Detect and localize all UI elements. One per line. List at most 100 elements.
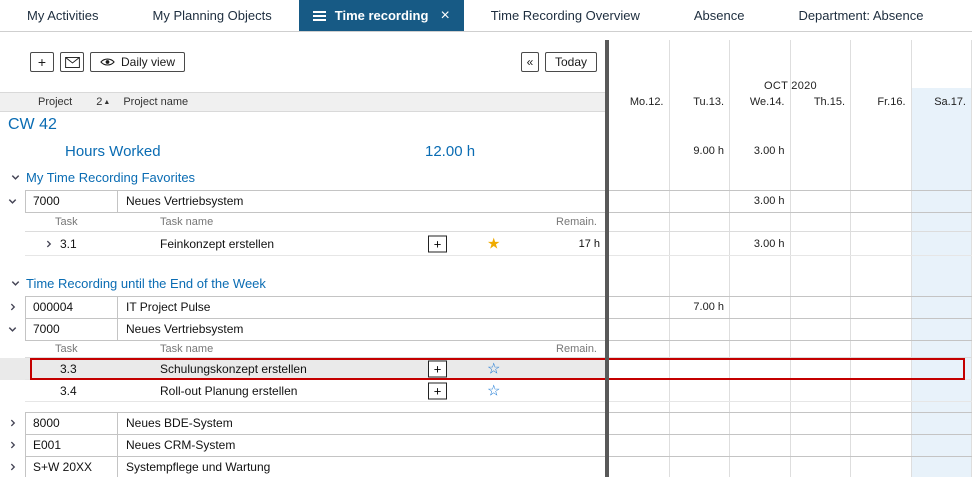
day-hours-cell[interactable] — [609, 232, 670, 256]
tab-label: Time Recording Overview — [491, 8, 640, 23]
day-total-cell — [609, 138, 670, 164]
day-total-cell — [791, 138, 852, 164]
tab-absence[interactable]: Absence — [667, 0, 772, 31]
add-time-entry-button[interactable]: + — [428, 361, 447, 378]
panel-splitter[interactable] — [605, 40, 609, 477]
favorite-star-icon[interactable]: ★ — [487, 237, 500, 252]
section-title: Time Recording until the End of the Week — [26, 276, 266, 291]
day-hours-cell[interactable] — [670, 232, 731, 256]
chevron-right-icon[interactable] — [0, 440, 25, 450]
chevron-right-icon[interactable] — [44, 239, 60, 249]
project-name: Neues Vertriebsystem — [118, 190, 605, 212]
add-time-entry-button[interactable]: + — [428, 236, 447, 253]
day-hours-cell[interactable]: 3.00 h — [730, 232, 791, 256]
task-header-row: Task Task name Remain. — [0, 340, 972, 358]
create-entry-button[interactable]: + — [30, 52, 54, 72]
today-button[interactable]: Today — [545, 52, 597, 72]
day-header-tu: Tu.13. — [670, 92, 731, 112]
tab-department-absence[interactable]: Department: Absence — [771, 0, 950, 31]
day-total-cell: 3.00 h — [730, 138, 791, 164]
task-row-3-1[interactable]: 3.1 Feinkonzept erstellen + ★ 17 h 3.00 … — [0, 232, 972, 256]
tab-label: Time recording — [335, 8, 429, 23]
day-hours-cell[interactable]: 3.00 h — [730, 190, 791, 212]
tab-my-planning-objects[interactable]: My Planning Objects — [126, 0, 299, 31]
tab-my-activities[interactable]: My Activities — [0, 0, 126, 31]
project-id: E001 — [25, 434, 118, 456]
project-id: S+W 20XX — [25, 456, 118, 477]
day-hours-cell[interactable] — [912, 296, 972, 318]
day-hours-cell[interactable] — [791, 296, 852, 318]
day-hours-cell[interactable] — [730, 296, 791, 318]
tab-label: My Activities — [27, 8, 99, 23]
spacer — [0, 402, 972, 412]
project-row-8000[interactable]: 8000 Neues BDE-System — [0, 412, 972, 434]
chevron-down-icon[interactable] — [4, 278, 26, 289]
sort-indicator[interactable]: 2▲ — [96, 96, 110, 108]
chevron-down-icon[interactable] — [0, 196, 25, 207]
remain-column-header: Remain. — [556, 343, 597, 355]
day-hours-cell[interactable] — [851, 232, 912, 256]
section-favorites[interactable]: My Time Recording Favorites — [0, 164, 972, 190]
task-name: Roll-out Planung erstellen — [160, 384, 297, 398]
section-until-week-end[interactable]: Time Recording until the End of the Week — [0, 270, 972, 296]
close-icon[interactable]: × — [440, 8, 449, 24]
sort-ascending-icon: ▲ — [103, 99, 110, 106]
task-id: 3.4 — [60, 384, 160, 398]
month-row: OCT 2020 — [0, 78, 972, 92]
favorite-star-outline-icon[interactable]: ☆ — [487, 384, 500, 399]
day-total-cell — [912, 138, 972, 164]
project-name-column-header[interactable]: Project name — [123, 96, 188, 108]
day-hours-cell[interactable]: 7.00 h — [670, 296, 731, 318]
day-hours-cell[interactable] — [791, 190, 852, 212]
chevron-right-icon[interactable] — [0, 418, 25, 428]
grid-header-row: Project 2▲ Project name Mo.12. Tu.13. We… — [0, 92, 972, 112]
hours-worked-total: 12.00 h — [425, 143, 475, 160]
project-id: 7000 — [25, 190, 118, 212]
previous-week-button[interactable]: « — [521, 52, 539, 72]
calendar-week-row: CW 42 — [0, 112, 972, 138]
daily-view-button[interactable]: Daily view — [90, 52, 185, 72]
chevron-down-icon[interactable] — [4, 172, 26, 183]
add-time-entry-button[interactable]: + — [428, 383, 447, 400]
daily-view-label: Daily view — [121, 55, 175, 69]
day-header-fr: Fr.16. — [851, 92, 912, 112]
day-hours-cell[interactable] — [912, 232, 972, 256]
project-row-000004[interactable]: 000004 IT Project Pulse 7.00 h — [0, 296, 972, 318]
day-hours-cell[interactable] — [670, 190, 731, 212]
envelope-icon — [65, 57, 80, 68]
favorite-star-outline-icon[interactable]: ☆ — [487, 362, 500, 377]
remaining-hours: 17 h — [579, 238, 600, 250]
task-row-3-3[interactable]: 3.3 Schulungskonzept erstellen + ☆ — [0, 358, 972, 380]
task-id: 3.1 — [60, 237, 160, 251]
project-column-header[interactable]: Project — [38, 96, 72, 108]
day-hours-cell[interactable] — [791, 232, 852, 256]
day-hours-cell[interactable] — [851, 190, 912, 212]
hours-worked-row: Hours Worked 12.00 h 9.00 h 3.00 h — [0, 138, 972, 164]
project-name: Neues Vertriebsystem — [118, 318, 605, 340]
task-row-3-4[interactable]: 3.4 Roll-out Planung erstellen + ☆ — [0, 380, 972, 402]
task-column-header: Task — [55, 216, 160, 228]
day-hours-cell[interactable] — [851, 296, 912, 318]
chevron-down-icon[interactable] — [0, 324, 25, 335]
task-name-column-header: Task name — [160, 216, 556, 228]
chevron-right-icon[interactable] — [0, 462, 25, 472]
toolbar-row: + Daily view « Today — [0, 32, 972, 78]
project-row-favorites-7000[interactable]: 7000 Neues Vertriebsystem 3.00 h — [0, 190, 972, 212]
day-hours-cell[interactable] — [912, 190, 972, 212]
tab-label: Department: Absence — [798, 8, 923, 23]
day-hours-cell[interactable] — [609, 296, 670, 318]
project-row-sw20xx[interactable]: S+W 20XX Systempflege und Wartung — [0, 456, 972, 477]
project-row-7000[interactable]: 7000 Neues Vertriebsystem — [0, 318, 972, 340]
spacer — [0, 256, 972, 270]
chevron-right-icon[interactable] — [0, 302, 25, 312]
day-header-mo: Mo.12. — [609, 92, 670, 112]
tab-time-recording-overview[interactable]: Time Recording Overview — [464, 0, 667, 31]
mail-button[interactable] — [60, 52, 84, 72]
project-row-e001[interactable]: E001 Neues CRM-System — [0, 434, 972, 456]
task-name-column-header: Task name — [160, 343, 556, 355]
day-hours-cell[interactable] — [609, 190, 670, 212]
tab-time-recording[interactable]: Time recording × — [299, 0, 464, 31]
day-total-cell — [851, 138, 912, 164]
task-name: Schulungskonzept erstellen — [160, 362, 307, 376]
project-name: IT Project Pulse — [118, 296, 605, 318]
